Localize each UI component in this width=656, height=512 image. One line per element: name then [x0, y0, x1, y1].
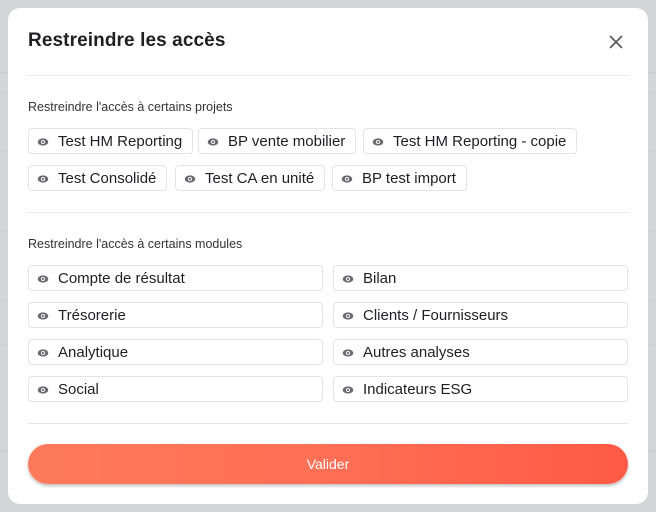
divider	[28, 212, 628, 213]
project-chip[interactable]: Test HM Reporting - copie	[363, 128, 578, 154]
eye-icon	[37, 309, 49, 321]
module-chip[interactable]: Autres analyses	[333, 339, 628, 365]
project-chip-label: Test Consolidé	[58, 169, 157, 187]
validate-button[interactable]: Valider	[28, 444, 628, 484]
restrict-access-modal: Restreindre les accès Restreindre l'accè…	[8, 8, 648, 504]
modules-section-label: Restreindre l'accès à certains modules	[28, 237, 243, 251]
module-chip-label: Trésorerie	[58, 306, 126, 324]
eye-icon	[342, 346, 354, 358]
module-chip[interactable]: Analytique	[28, 339, 323, 365]
eye-icon	[372, 135, 384, 147]
eye-icon	[184, 172, 196, 184]
eye-icon	[341, 172, 353, 184]
project-chip-label: BP test import	[362, 169, 456, 187]
project-chip-label: BP vente mobilier	[228, 132, 346, 150]
module-chip-label: Analytique	[58, 343, 129, 361]
eye-icon	[342, 272, 354, 284]
project-chip[interactable]: BP test import	[332, 165, 467, 191]
module-chip[interactable]: Bilan	[333, 265, 628, 291]
project-chip[interactable]: Test HM Reporting	[28, 128, 194, 154]
project-chip[interactable]: BP vente mobilier	[198, 128, 357, 154]
module-chip[interactable]: Trésorerie	[28, 302, 323, 328]
module-chip-label: Bilan	[363, 269, 397, 287]
divider	[28, 423, 628, 424]
module-chip-label: Indicateurs ESG	[363, 380, 473, 398]
module-chip-label: Compte de résultat	[58, 269, 185, 287]
eye-icon	[342, 383, 354, 395]
eye-icon	[37, 272, 49, 284]
modal-title: Restreindre les accès	[28, 30, 226, 51]
module-chip-label: Clients / Fournisseurs	[363, 306, 509, 324]
eye-icon	[207, 135, 219, 147]
project-chip[interactable]: Test Consolidé	[28, 165, 168, 191]
eye-icon	[342, 309, 354, 321]
eye-icon	[37, 383, 49, 395]
module-chip[interactable]: Social	[28, 376, 323, 402]
project-chip-label: Test CA en unité	[205, 169, 315, 187]
project-chip-label: Test HM Reporting	[58, 132, 183, 150]
close-icon[interactable]	[606, 32, 626, 52]
project-chip-label: Test HM Reporting - copie	[393, 132, 567, 150]
module-chip[interactable]: Indicateurs ESG	[333, 376, 628, 402]
eye-icon	[37, 346, 49, 358]
module-chip-label: Social	[58, 380, 99, 398]
module-chip[interactable]: Compte de résultat	[28, 265, 323, 291]
divider	[28, 75, 628, 76]
module-chip-label: Autres analyses	[363, 343, 470, 361]
module-chip[interactable]: Clients / Fournisseurs	[333, 302, 628, 328]
project-chip[interactable]: Test CA en unité	[175, 165, 326, 191]
eye-icon	[37, 172, 49, 184]
eye-icon	[37, 135, 49, 147]
projects-section-label: Restreindre l'accès à certains projets	[28, 100, 233, 114]
